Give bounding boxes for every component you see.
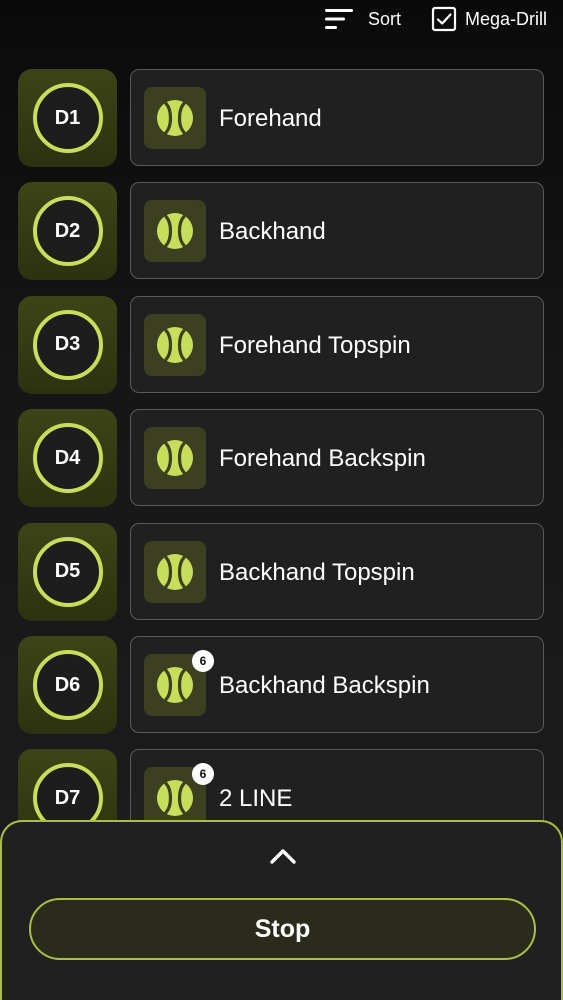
drill-badge-ring: D5 <box>32 536 103 607</box>
chevron-up-icon <box>270 849 296 864</box>
tennis-ball-icon <box>157 667 193 703</box>
drill-row[interactable]: D4 Forehand Backspin <box>0 408 563 508</box>
drill-badge-text: D3 <box>54 333 81 356</box>
mega-drill-toggle[interactable]: Mega-Drill <box>431 5 547 33</box>
drill-number-badge[interactable]: D1 <box>18 69 117 167</box>
tennis-ball-icon <box>157 440 193 477</box>
drill-icon-tile <box>144 427 206 490</box>
drill-row[interactable]: D2 Backhand <box>0 181 563 281</box>
bottom-control-panel: Stop <box>0 820 563 1000</box>
drill-icon-tile <box>144 200 206 263</box>
drill-card[interactable]: Forehand <box>130 69 544 166</box>
drill-card[interactable]: Backhand <box>130 182 544 280</box>
drill-number-badge[interactable]: D6 <box>18 636 117 734</box>
drill-badge-ring: D6 <box>32 650 103 720</box>
drill-card[interactable]: Backhand Topspin <box>130 522 544 620</box>
drill-number-badge[interactable]: D2 <box>18 182 117 281</box>
stop-button[interactable]: Stop <box>29 898 536 960</box>
drill-card[interactable]: Forehand Topspin <box>130 295 544 393</box>
drill-badge-text: D6 <box>54 673 81 696</box>
tennis-ball-icon <box>157 213 193 250</box>
drill-card[interactable]: Forehand Backspin <box>130 409 544 507</box>
checkbox-checked-icon[interactable] <box>431 6 457 32</box>
tennis-ball-icon <box>157 780 193 817</box>
drill-badge-text: D2 <box>54 219 81 242</box>
drill-name: Forehand <box>219 105 322 132</box>
tennis-ball-icon <box>157 326 193 363</box>
sort-button[interactable]: Sort <box>322 5 401 33</box>
drill-badge-text: D7 <box>54 786 81 809</box>
tennis-ball-icon <box>157 100 193 136</box>
drill-row[interactable]: D1 Forehand <box>0 68 563 168</box>
drill-row[interactable]: D3 Forehand Topspin <box>0 295 563 395</box>
sort-label: Sort <box>368 8 402 29</box>
drill-icon-tile <box>144 540 206 603</box>
drill-badge-ring: D4 <box>32 423 103 494</box>
drill-name: Backhand Topspin <box>219 558 415 586</box>
sort-lines-icon <box>325 9 353 29</box>
top-toolbar: Sort Mega-Drill <box>0 0 563 40</box>
drill-badge-text: D5 <box>54 560 81 583</box>
drill-number-badge[interactable]: D3 <box>18 295 117 394</box>
drill-name: Forehand Topspin <box>219 331 411 359</box>
mega-drill-label: Mega-Drill <box>465 8 548 29</box>
drill-count-badge: 6 <box>192 763 214 786</box>
drill-count-badge: 6 <box>192 650 214 672</box>
drill-number-badge[interactable]: D4 <box>18 409 117 508</box>
drill-badge-ring: D2 <box>32 196 103 267</box>
drill-badge-ring: D3 <box>32 309 103 380</box>
drill-name: Forehand Backspin <box>219 445 426 473</box>
drill-row[interactable]: D5 Backhand Topspin <box>0 522 563 622</box>
drill-icon-tile <box>144 87 206 149</box>
drill-badge-ring: D1 <box>32 83 103 153</box>
drill-row[interactable]: D6 6 Backhand Backspin <box>0 635 563 735</box>
drill-icon-tile <box>144 313 206 376</box>
drill-card[interactable]: 6 Backhand Backspin <box>130 636 544 733</box>
drill-number-badge[interactable]: D5 <box>18 522 117 621</box>
tennis-ball-icon <box>157 553 193 590</box>
drill-badge-text: D1 <box>54 106 81 129</box>
drill-name: Backhand Backspin <box>219 672 430 699</box>
drill-badge-text: D4 <box>54 446 81 469</box>
expand-panel-button[interactable] <box>265 842 301 870</box>
drill-name: Backhand <box>219 218 326 246</box>
